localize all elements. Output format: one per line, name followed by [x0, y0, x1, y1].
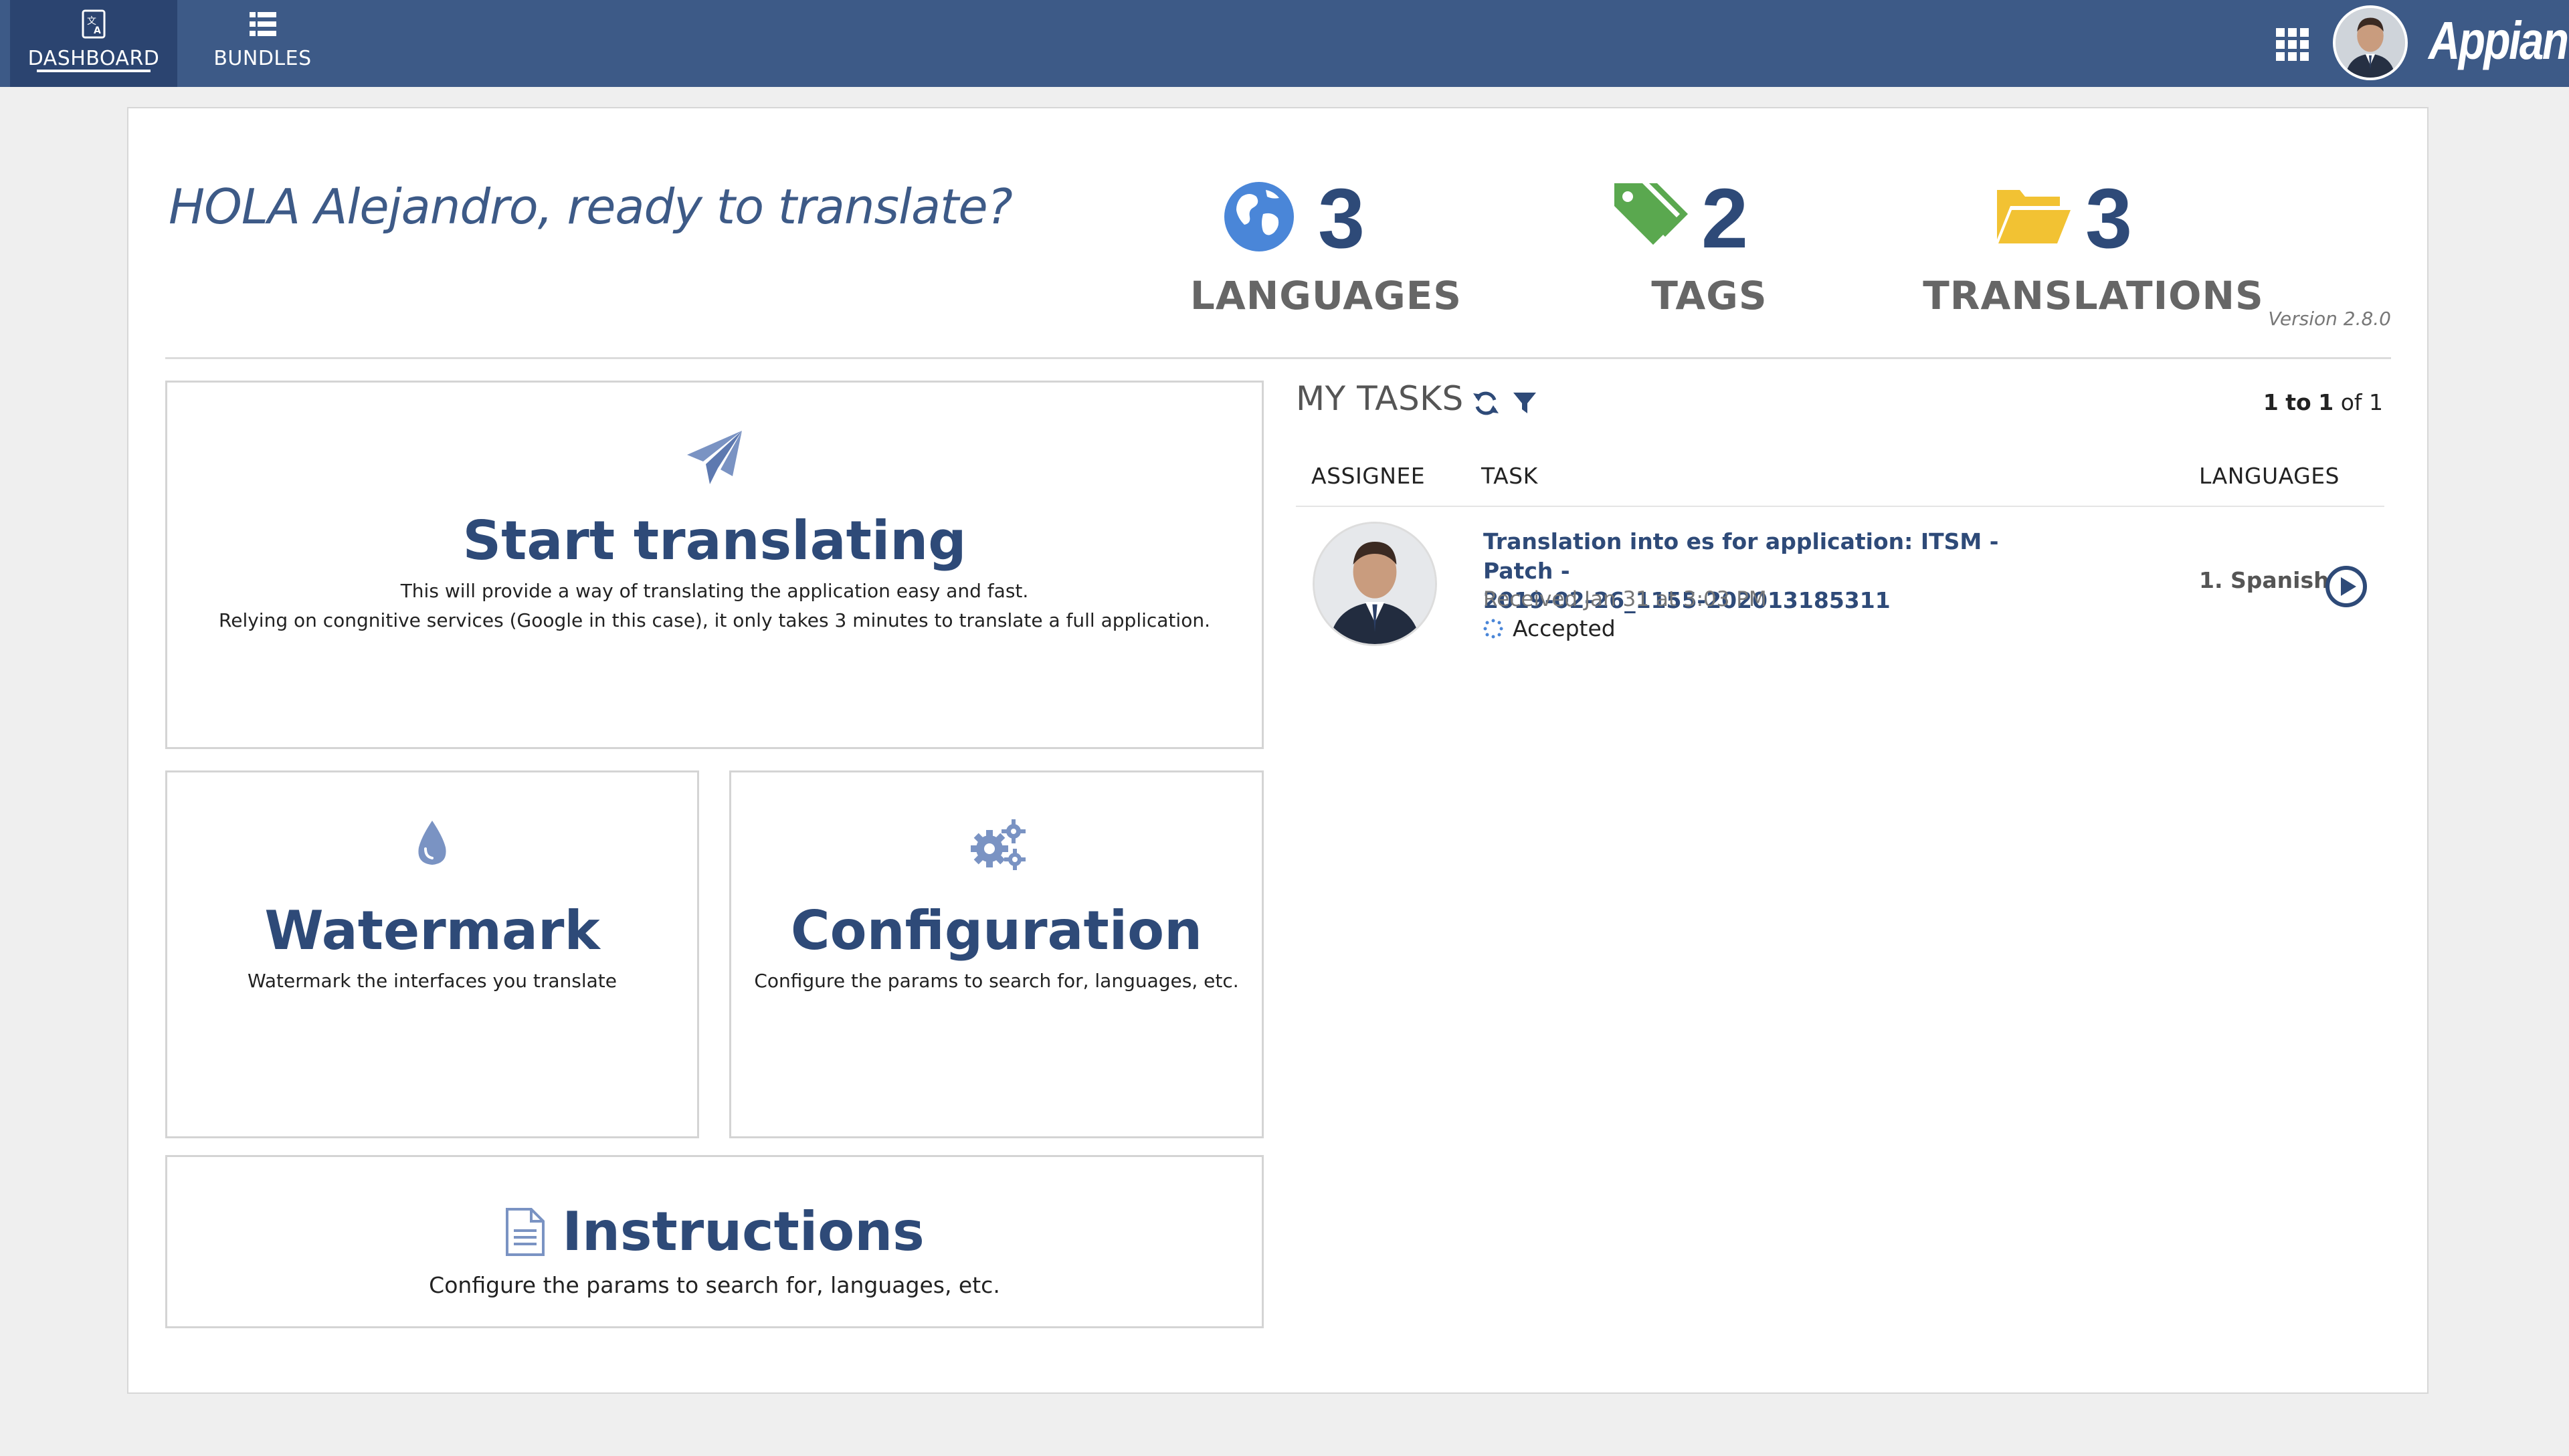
configuration-desc: Configure the params to search for, lang…: [754, 970, 1239, 992]
list-icon: [249, 12, 276, 36]
translate-book-icon: 文 A: [82, 9, 106, 39]
languages-label: LANGUAGES: [1190, 273, 1462, 318]
my-tasks-title: MY TASKS: [1296, 379, 1464, 418]
instructions-title: Instructions: [562, 1201, 925, 1263]
appian-logo: Appian: [2429, 11, 2569, 70]
languages-count: 3: [1318, 171, 1365, 266]
tags-icon: [1614, 183, 1688, 245]
instructions-heading: Instructions: [167, 1201, 1262, 1263]
version-label: Version 2.8.0: [2268, 308, 2391, 330]
pager-to-word: to: [2285, 389, 2311, 415]
configuration-title: Configuration: [790, 900, 1203, 962]
header-divider: [165, 357, 2391, 359]
stat-tags: 2 TAGS: [1535, 142, 1883, 329]
globe-icon: [1224, 182, 1294, 251]
tab-dashboard[interactable]: 文 A DASHBOARD: [10, 0, 177, 87]
greeting-title: HOLA Alejandro, ready to translate?: [169, 179, 1013, 235]
tags-count: 2: [1701, 171, 1749, 266]
task-title-line-1: Translation into es for application: ITS…: [1483, 528, 1999, 584]
stat-languages: 3 LANGUAGES: [1152, 142, 1500, 329]
configuration-tile[interactable]: Configuration Configure the params to se…: [729, 770, 1264, 1138]
play-task-icon[interactable]: [2324, 564, 2368, 609]
pager-from: 1: [2263, 389, 2279, 415]
folder-open-icon: [1997, 190, 2071, 243]
tab-bundles-label: BUNDLES: [213, 47, 312, 70]
filter-icon[interactable]: [1512, 391, 1537, 416]
task-status-label: Accepted: [1513, 615, 1616, 641]
document-icon: [506, 1207, 545, 1256]
column-header-assignee: ASSIGNEE: [1311, 463, 1426, 489]
start-translating-desc-1: This will provide a way of translating t…: [400, 580, 1029, 602]
user-photo: [2336, 8, 2405, 78]
svg-text:A: A: [94, 25, 101, 36]
user-avatar[interactable]: [2333, 5, 2408, 80]
active-tab-underline: [37, 70, 151, 72]
column-header-task: TASK: [1481, 463, 1538, 489]
status-spinner-icon: [1483, 619, 1503, 638]
instructions-desc: Configure the params to search for, lang…: [429, 1272, 1000, 1298]
assignee-avatar: [1313, 522, 1437, 646]
watermark-title: Watermark: [264, 900, 600, 962]
gears-icon: [970, 819, 1026, 870]
start-translating-tile[interactable]: Start translating This will provide a wa…: [165, 381, 1264, 749]
table-header-divider: [1296, 506, 2384, 507]
translations-label: TRANSLATIONS: [1923, 273, 2264, 318]
pager-total: of 1: [2340, 389, 2383, 415]
instructions-tile[interactable]: Instructions Configure the params to sea…: [165, 1155, 1264, 1328]
task-language: 1. Spanish: [2199, 567, 2329, 593]
watermark-desc: Watermark the interfaces you translate: [247, 970, 617, 992]
column-header-languages: LANGUAGES: [2199, 463, 2340, 489]
assignee-photo: [1315, 524, 1435, 644]
task-status: Accepted: [1483, 615, 1616, 641]
watermark-tile[interactable]: Watermark Watermark the interfaces you t…: [165, 770, 699, 1138]
dashboard-card: HOLA Alejandro, ready to translate? 3 LA…: [127, 107, 2429, 1394]
app-grid-icon[interactable]: [2275, 27, 2311, 63]
tab-dashboard-label: DASHBOARD: [27, 47, 160, 70]
droplet-icon: [418, 821, 446, 865]
start-translating-title: Start translating: [462, 510, 967, 572]
pager-to: 1: [2318, 389, 2334, 415]
task-pager: 1 to 1 of 1: [2263, 389, 2383, 415]
translations-count: 3: [2085, 171, 2133, 266]
tags-label: TAGS: [1651, 273, 1768, 318]
paper-plane-icon: [687, 431, 742, 484]
stat-translations: 3 TRANSLATIONS: [1919, 142, 2267, 329]
start-translating-desc-2: Relying on congnitive services (Google i…: [219, 609, 1210, 631]
tab-bundles[interactable]: BUNDLES: [194, 0, 331, 87]
task-received-date: Received Jan 31 at 3:03 PM: [1483, 587, 1767, 611]
refresh-icon[interactable]: [1472, 389, 1500, 417]
top-nav-bar: 文 A DASHBOARD BUNDLES Appian: [0, 0, 2569, 87]
table-row: Translation into es for application: ITS…: [1296, 508, 2384, 655]
